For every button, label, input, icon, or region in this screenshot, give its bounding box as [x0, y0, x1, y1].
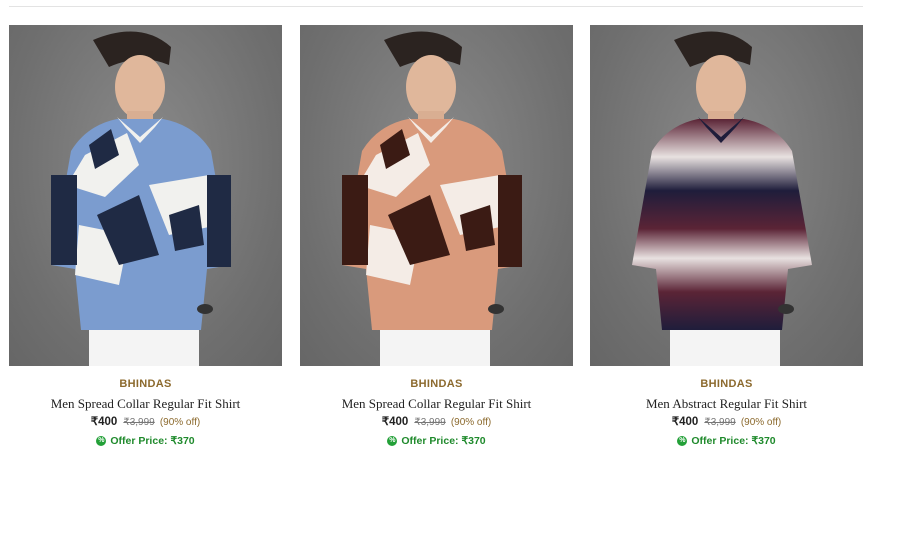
product-image[interactable]: [300, 25, 573, 366]
product-image[interactable]: [590, 25, 863, 366]
percent-badge-icon: %: [677, 436, 688, 446]
product-price: ₹400: [90, 416, 118, 428]
offer-price-label: Offer Price: ₹370: [691, 435, 776, 447]
product-mrp: ₹3,999: [704, 417, 736, 428]
product-card[interactable]: BHINDAS Men Spread Collar Regular Fit Sh…: [300, 25, 573, 447]
offer-price: % Offer Price: ₹370: [300, 435, 573, 447]
product-card[interactable]: BHINDAS Men Spread Collar Regular Fit Sh…: [9, 25, 282, 447]
product-discount: (90% off): [450, 417, 492, 428]
product-mrp: ₹3,999: [414, 417, 446, 428]
product-brand[interactable]: BHINDAS: [300, 378, 573, 390]
product-price: ₹400: [381, 416, 409, 428]
top-divider: [9, 0, 863, 7]
offer-price: % Offer Price: ₹370: [590, 435, 863, 447]
product-card[interactable]: BHINDAS Men Abstract Regular Fit Shirt ₹…: [590, 25, 863, 447]
offer-price: % Offer Price: ₹370: [9, 435, 282, 447]
percent-badge-icon: %: [96, 436, 107, 446]
product-name[interactable]: Men Spread Collar Regular Fit Shirt: [300, 396, 573, 412]
product-discount: (90% off): [740, 417, 782, 428]
offer-price-label: Offer Price: ₹370: [401, 435, 486, 447]
product-name[interactable]: Men Abstract Regular Fit Shirt: [590, 396, 863, 412]
product-discount: (90% off): [159, 417, 201, 428]
product-image[interactable]: [9, 25, 282, 366]
product-brand[interactable]: BHINDAS: [9, 378, 282, 390]
product-brand[interactable]: BHINDAS: [590, 378, 863, 390]
product-price: ₹400: [671, 416, 699, 428]
percent-badge-icon: %: [387, 436, 398, 446]
price-row: ₹400 ₹3,999 (90% off): [590, 414, 863, 428]
offer-price-label: Offer Price: ₹370: [110, 435, 195, 447]
product-name[interactable]: Men Spread Collar Regular Fit Shirt: [9, 396, 282, 412]
price-row: ₹400 ₹3,999 (90% off): [9, 414, 282, 428]
price-row: ₹400 ₹3,999 (90% off): [300, 414, 573, 428]
product-mrp: ₹3,999: [123, 417, 155, 428]
